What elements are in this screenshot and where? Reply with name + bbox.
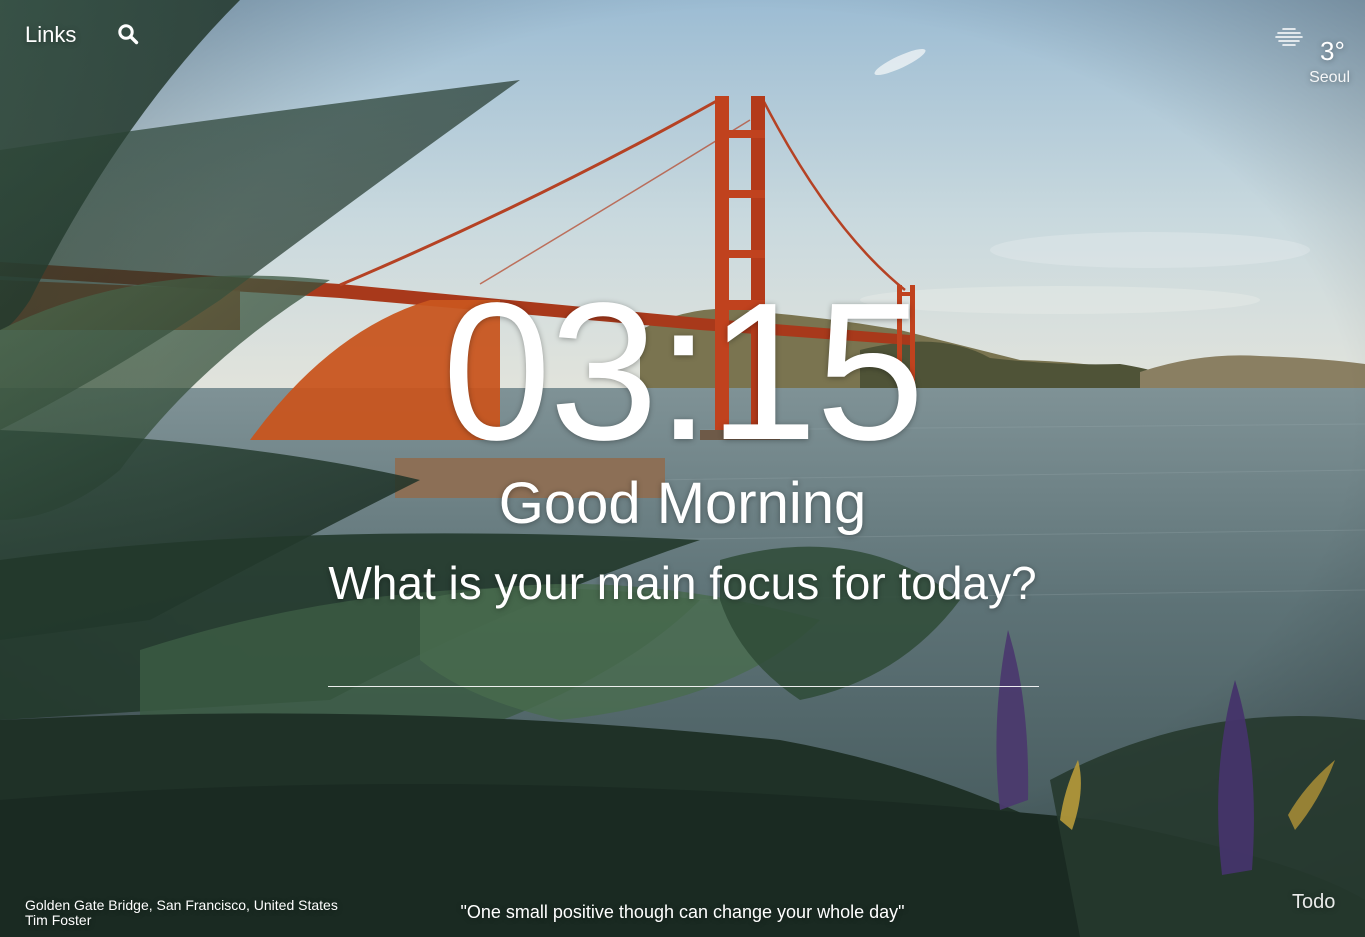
fog-icon bbox=[1274, 26, 1304, 48]
todo-button[interactable]: Todo bbox=[1292, 891, 1335, 913]
weather-temperature: 3° bbox=[1320, 36, 1345, 66]
clock-time: 03:15 bbox=[442, 262, 924, 481]
focus-question: What is your main focus for today? bbox=[328, 557, 1037, 609]
quote: "One small positive though can change yo… bbox=[460, 902, 905, 922]
links-button[interactable]: Links bbox=[25, 22, 76, 48]
search-icon[interactable] bbox=[117, 23, 139, 45]
weather-city: Seoul bbox=[1309, 69, 1350, 86]
greeting: Good Morning bbox=[498, 471, 867, 536]
focus-input[interactable] bbox=[328, 640, 1039, 687]
